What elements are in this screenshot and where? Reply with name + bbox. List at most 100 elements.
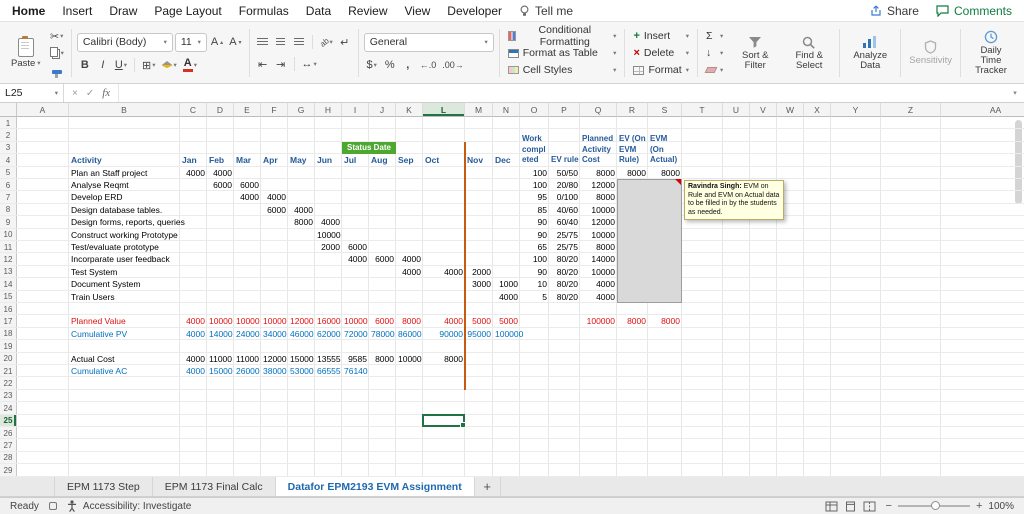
- menu-item-page-layout[interactable]: Page Layout: [154, 4, 221, 18]
- merge-center-button[interactable]: ↔ ▾: [300, 56, 319, 73]
- grid-cell-J18[interactable]: 78000: [369, 328, 396, 340]
- decrease-decimal-button[interactable]: .00→: [440, 57, 466, 74]
- grid-cell-O13[interactable]: 90: [520, 266, 549, 278]
- grid-cell-R17[interactable]: 8000: [617, 315, 648, 327]
- grid-cell-Q5[interactable]: 8000: [580, 167, 617, 179]
- grid-cell-H21[interactable]: 66555: [315, 365, 342, 377]
- grid-cell-J4[interactable]: Aug: [369, 154, 396, 166]
- grid-cell-P5[interactable]: 50/50: [549, 167, 580, 179]
- column-header-S[interactable]: S: [648, 103, 682, 117]
- grid-cell-E7[interactable]: 4000: [234, 191, 261, 203]
- grid-cell-J12[interactable]: 6000: [369, 253, 396, 265]
- grid-cell-B6[interactable]: Analyse Reqmt: [69, 179, 180, 191]
- increase-decimal-button[interactable]: ←.0: [418, 57, 439, 74]
- cut-button[interactable]: ✂ ▾: [48, 28, 66, 45]
- page-layout-view-icon[interactable]: [844, 501, 857, 512]
- grid-cell-O6[interactable]: 100: [520, 179, 549, 191]
- grid-cell-K12[interactable]: 4000: [396, 253, 423, 265]
- grid-cell-D17[interactable]: 10000: [207, 315, 234, 327]
- formula-bar-collapse-icon[interactable]: ▾: [1006, 84, 1024, 102]
- grid-cell-H9[interactable]: 4000: [315, 216, 342, 228]
- share-button[interactable]: Share: [870, 4, 919, 18]
- grid-cell-I11[interactable]: 6000: [342, 241, 369, 253]
- grid-cell-P12[interactable]: 80/20: [549, 253, 580, 265]
- font-name-select[interactable]: Calibri (Body) ▾: [76, 32, 173, 52]
- decrease-font-size-button[interactable]: A ▾: [227, 34, 243, 51]
- column-header-X[interactable]: X: [804, 103, 831, 117]
- grid-cell-N17[interactable]: 5000: [493, 315, 520, 327]
- align-left-button[interactable]: [255, 34, 271, 51]
- grid-cell-B15[interactable]: Train Users: [69, 291, 180, 303]
- column-header-Z[interactable]: Z: [881, 103, 941, 117]
- grid-cell-Q8[interactable]: 10000: [580, 204, 617, 216]
- grid-cell-K4[interactable]: Sep: [396, 154, 423, 166]
- column-header-U[interactable]: U: [723, 103, 750, 117]
- spreadsheet-grid[interactable]: A B C D E F G H I J K L M N O P Q R S T U V W X Y Z AA 1 2 3 4 5 6 7 8 9 10 1…: [0, 103, 1024, 477]
- grid-cell-G9[interactable]: 8000: [288, 216, 315, 228]
- grid-cell-I20[interactable]: 9585: [342, 353, 369, 365]
- grid-cell-P7[interactable]: 0/100: [549, 191, 580, 203]
- daily-time-tracker-button[interactable]: Daily Time Tracker: [966, 26, 1016, 80]
- grid-cell-M4[interactable]: Nov: [465, 154, 493, 166]
- zoom-level[interactable]: 100%: [988, 501, 1014, 512]
- grid-cell-N4[interactable]: Dec: [493, 154, 520, 166]
- grid-cell-M18[interactable]: 95000: [465, 328, 493, 340]
- grid-cell-E21[interactable]: 26000: [234, 365, 261, 377]
- grid-cell-Q9[interactable]: 12000: [580, 216, 617, 228]
- grid-cell-C20[interactable]: 4000: [180, 353, 207, 365]
- orientation-button[interactable]: ab ▾: [318, 34, 335, 51]
- active-cell-selection[interactable]: [422, 413, 466, 429]
- grid-cell-P9[interactable]: 60/40: [549, 216, 580, 228]
- sensitivity-button[interactable]: Sensitivity: [906, 26, 955, 80]
- grid-cell-B13[interactable]: Test System: [69, 266, 180, 278]
- font-size-select[interactable]: 11 ▾: [174, 32, 207, 52]
- analyze-data-button[interactable]: Analyze Data: [845, 26, 895, 80]
- grid-cell-G17[interactable]: 12000: [288, 315, 315, 327]
- cancel-entry-icon[interactable]: ×: [72, 88, 78, 99]
- grid-cell-I17[interactable]: 10000: [342, 315, 369, 327]
- grid-cell-L13[interactable]: 4000: [423, 266, 465, 278]
- grid-cell-Q15[interactable]: 4000: [580, 291, 617, 303]
- grid-cell-G18[interactable]: 46000: [288, 328, 315, 340]
- grid-cell-G8[interactable]: 4000: [288, 204, 315, 216]
- grid-cell-B12[interactable]: Incorparate user feedback: [69, 253, 180, 265]
- grid-cell-O15[interactable]: 5: [520, 291, 549, 303]
- column-header-C[interactable]: C: [180, 103, 207, 117]
- grid-cell-J17[interactable]: 6000: [369, 315, 396, 327]
- grid-cell-O7[interactable]: 95: [520, 191, 549, 203]
- grid-cell-K20[interactable]: 10000: [396, 353, 423, 365]
- sheet-tab-epm-1173-step[interactable]: EPM 1173 Step: [55, 477, 153, 496]
- grid-cell-K17[interactable]: 8000: [396, 315, 423, 327]
- grid-cell-F4[interactable]: Apr: [261, 154, 288, 166]
- grid-cell-N15[interactable]: 4000: [493, 291, 520, 303]
- grid-cell-H10[interactable]: 10000: [315, 229, 342, 241]
- grid-cell-H17[interactable]: 16000: [315, 315, 342, 327]
- grid-cell-C5[interactable]: 4000: [180, 167, 207, 179]
- percent-button[interactable]: %: [382, 57, 398, 74]
- sheet-tab-epm-1173-final-calc[interactable]: EPM 1173 Final Calc: [153, 477, 276, 496]
- column-header-P[interactable]: P: [549, 103, 580, 117]
- column-header-H[interactable]: H: [315, 103, 342, 117]
- accessibility-status[interactable]: Accessibility: Investigate: [67, 500, 191, 512]
- grid-cell-J20[interactable]: 8000: [369, 353, 396, 365]
- increase-indent-button[interactable]: ⇥: [273, 56, 289, 73]
- format-cells-button[interactable]: Format ▾: [630, 62, 692, 78]
- grid-cell-F18[interactable]: 34000: [261, 328, 288, 340]
- copy-button[interactable]: ▾: [48, 45, 66, 62]
- grid-cell-O9[interactable]: 90: [520, 216, 549, 228]
- currency-button[interactable]: $ ▾: [364, 57, 380, 74]
- grid-cell-L17[interactable]: 4000: [423, 315, 465, 327]
- grid-cell-Q11[interactable]: 8000: [580, 241, 617, 253]
- grid-cell-P6[interactable]: 20/80: [549, 179, 580, 191]
- menu-item-formulas[interactable]: Formulas: [239, 4, 289, 18]
- grid-cell-O8[interactable]: 85: [520, 204, 549, 216]
- add-sheet-button[interactable]: +: [475, 477, 501, 496]
- grid-cell-Q13[interactable]: 10000: [580, 266, 617, 278]
- grid-cell-P8[interactable]: 40/60: [549, 204, 580, 216]
- column-header-R[interactable]: R: [617, 103, 648, 117]
- column-header-Q[interactable]: Q: [580, 103, 617, 117]
- grid-cell-P10[interactable]: 25/75: [549, 229, 580, 241]
- grid-cell-B14[interactable]: Document System: [69, 278, 180, 290]
- column-header-T[interactable]: T: [682, 103, 723, 117]
- bold-button[interactable]: B: [77, 57, 93, 74]
